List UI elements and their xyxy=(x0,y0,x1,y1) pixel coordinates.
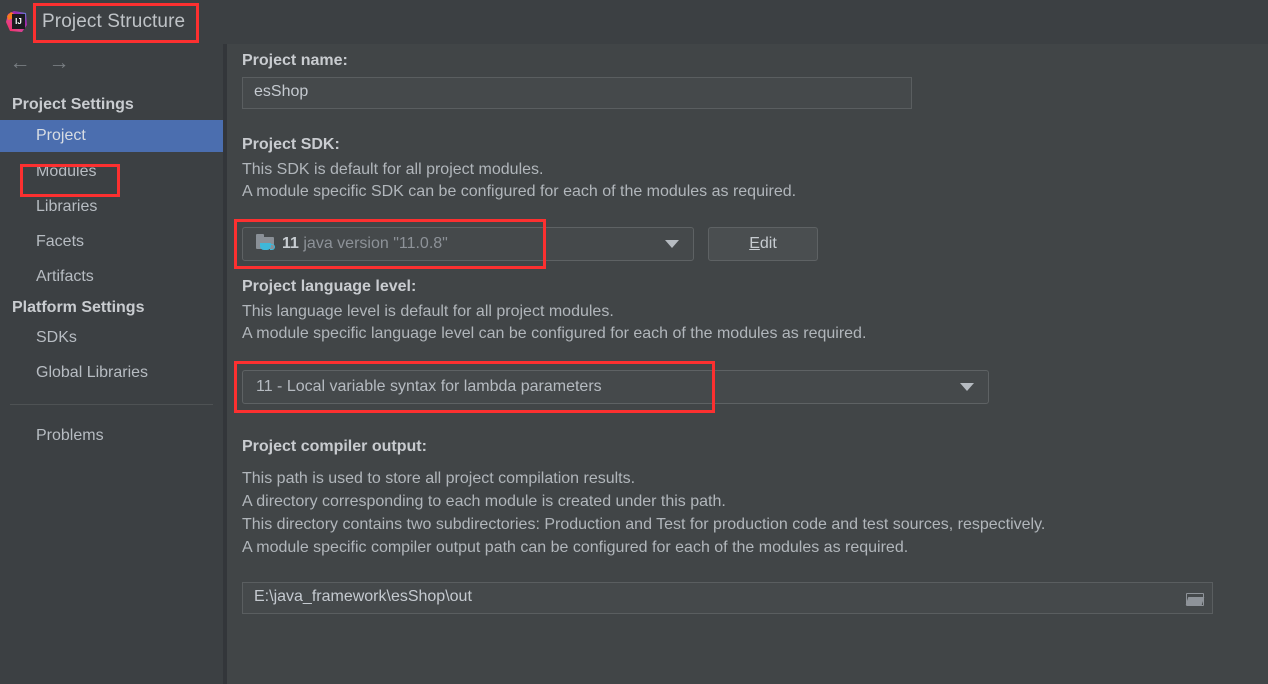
language-level-desc-line-1: This language level is default for all p… xyxy=(242,303,614,320)
project-sdk-desc-line-1: This SDK is default for all project modu… xyxy=(242,161,544,178)
project-sdk-detail: java version "11.0.8" xyxy=(303,235,448,252)
sidebar-item-problems[interactable]: Problems xyxy=(0,420,223,452)
compiler-output-desc-line-1: This path is used to store all project c… xyxy=(242,470,636,487)
project-name-input[interactable]: esShop xyxy=(242,77,912,109)
navigation-buttons: ← → xyxy=(0,44,223,82)
edit-button-mnemonic: E xyxy=(749,235,760,252)
project-name-label: Project name: xyxy=(242,52,348,69)
arrow-left-icon[interactable]: ← xyxy=(5,48,35,78)
sidebar-item-artifacts[interactable]: Artifacts xyxy=(0,261,223,293)
language-level-selected-value: 11 - Local variable syntax for lambda pa… xyxy=(256,378,602,395)
compiler-output-desc-line-3: This directory contains two subdirectori… xyxy=(242,516,1046,533)
sidebar-item-modules[interactable]: Modules xyxy=(0,156,223,188)
sidebar-group-platform-settings: Platform Settings xyxy=(12,299,145,316)
compiler-output-path-value: E:\java_framework\esShop\out xyxy=(254,588,472,605)
sidebar-group-project-settings: Project Settings xyxy=(12,96,134,113)
svg-text:IJ: IJ xyxy=(15,17,22,26)
settings-sidebar: ← → Project Settings Project Modules Lib… xyxy=(0,44,223,684)
project-sdk-label: Project SDK: xyxy=(242,136,340,153)
settings-content-panel: Project name: esShop Project SDK: This S… xyxy=(227,44,1268,684)
project-sdk-version: 11 xyxy=(282,235,299,252)
language-level-label: Project language level: xyxy=(242,278,417,295)
sidebar-item-project[interactable]: Project xyxy=(0,120,223,152)
dialog-titlebar: IJ Project Structure xyxy=(0,0,1268,44)
dialog-title: Project Structure xyxy=(42,11,186,32)
chevron-down-icon xyxy=(665,240,679,248)
edit-sdk-button[interactable]: Edit xyxy=(708,227,818,261)
compiler-output-desc-line-2: A directory corresponding to each module… xyxy=(242,493,726,510)
intellij-idea-logo-icon: IJ xyxy=(5,10,29,34)
language-level-combo[interactable]: 11 - Local variable syntax for lambda pa… xyxy=(242,370,989,404)
sidebar-divider xyxy=(10,404,213,405)
sidebar-item-libraries[interactable]: Libraries xyxy=(0,191,223,223)
project-sdk-desc-line-2: A module specific SDK can be configured … xyxy=(242,183,797,200)
open-folder-icon[interactable] xyxy=(1182,587,1208,611)
arrow-right-icon[interactable]: → xyxy=(44,48,74,78)
project-sdk-combo[interactable]: 11 java version "11.0.8" xyxy=(242,227,694,261)
java-sdk-folder-icon xyxy=(256,234,276,251)
compiler-output-desc-line-4: A module specific compiler output path c… xyxy=(242,539,909,556)
sidebar-item-sdks[interactable]: SDKs xyxy=(0,322,223,354)
compiler-output-path-input[interactable]: E:\java_framework\esShop\out xyxy=(242,582,1213,614)
chevron-down-icon xyxy=(960,383,974,391)
language-level-desc-line-2: A module specific language level can be … xyxy=(242,325,867,342)
sidebar-item-facets[interactable]: Facets xyxy=(0,226,223,258)
compiler-output-label: Project compiler output: xyxy=(242,438,427,455)
sidebar-item-global-libraries[interactable]: Global Libraries xyxy=(0,357,223,389)
edit-button-rest: dit xyxy=(759,235,777,252)
